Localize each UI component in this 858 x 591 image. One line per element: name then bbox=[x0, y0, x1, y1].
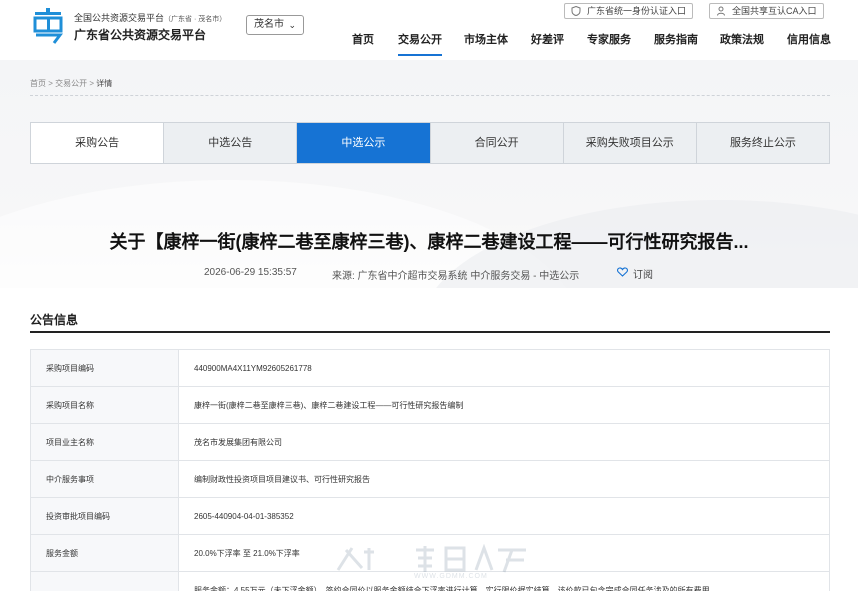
breadcrumb-current: 详情 bbox=[96, 79, 113, 88]
ca-label: 全国共享互认CA入口 bbox=[732, 6, 817, 16]
table-row: 采购项目编码 440900MA4X11YM92605261778 bbox=[30, 349, 830, 387]
row-key: 采购项目名称 bbox=[30, 386, 179, 424]
divider bbox=[30, 95, 830, 96]
shield-icon bbox=[571, 6, 581, 16]
section-underline bbox=[30, 331, 830, 333]
nav-policy[interactable]: 政策法规 bbox=[720, 31, 764, 47]
article-datetime: 2026-06-29 15:35:57 bbox=[204, 267, 297, 278]
table-row: 投资审批项目编码 2605-440904-04-01-385352 bbox=[30, 497, 830, 535]
table-row: 项目业主名称 茂名市发展集团有限公司 bbox=[30, 423, 830, 461]
nav-home[interactable]: 首页 bbox=[352, 31, 374, 47]
row-value: 茂名市发展集团有限公司 bbox=[178, 423, 830, 461]
tab-purchase-notice[interactable]: 采购公告 bbox=[31, 123, 165, 163]
row-key: 投资审批项目编码 bbox=[30, 497, 179, 535]
table-row: 中介服务事项 编制财政性投资项目项目建议书、可行性研究报告 bbox=[30, 460, 830, 498]
identity-auth-link[interactable]: 广东省统一身份认证入口 bbox=[564, 3, 694, 19]
row-key: 中介服务事项 bbox=[30, 460, 179, 498]
site-header: 全国公共资源交易平台（广东省 · 茂名市） 广东省公共资源交易平台 茂名市 ⌄ … bbox=[0, 0, 858, 60]
identity-auth-label: 广东省统一身份认证入口 bbox=[587, 6, 687, 16]
chevron-down-icon: ⌄ bbox=[288, 20, 296, 30]
watermark: WWW.GDMM.COM bbox=[334, 543, 544, 591]
brand-top: 全国公共资源交易平台（广东省 · 茂名市） bbox=[74, 13, 227, 23]
article-source: 来源: 广东省中介超市交易系统 中介服务交易 - 中选公示 bbox=[332, 271, 580, 282]
subscribe-label: 订阅 bbox=[633, 270, 653, 281]
tab-failed-projects[interactable]: 采购失败项目公示 bbox=[564, 123, 697, 163]
watermark-logo-icon bbox=[336, 543, 526, 573]
subscribe-button[interactable]: 订阅 bbox=[617, 266, 653, 281]
ca-link[interactable]: 全国共享互认CA入口 bbox=[709, 3, 824, 19]
row-key bbox=[30, 571, 179, 591]
breadcrumb-trading[interactable]: 交易公开 bbox=[55, 79, 87, 88]
row-key: 项目业主名称 bbox=[30, 423, 179, 461]
tab-contract[interactable]: 合同公开 bbox=[431, 123, 564, 163]
nav-rating[interactable]: 好差评 bbox=[531, 31, 564, 47]
tab-service-termination[interactable]: 服务终止公示 bbox=[697, 123, 829, 163]
row-key: 采购项目编码 bbox=[30, 349, 179, 387]
city-select-label: 茂名市 bbox=[254, 19, 284, 30]
row-value: 康梓一街(康梓二巷至康梓三巷)、康梓二巷建设工程——可行性研究报告编制 bbox=[178, 386, 830, 424]
section-title: 公告信息 bbox=[30, 313, 79, 327]
nav-guide[interactable]: 服务指南 bbox=[654, 31, 698, 47]
city-select[interactable]: 茂名市 ⌄ bbox=[246, 15, 304, 35]
row-value: 2605-440904-04-01-385352 bbox=[178, 497, 830, 535]
tab-selection-publicity[interactable]: 中选公示 bbox=[297, 123, 431, 163]
row-value: 编制财政性投资项目项目建议书、可行性研究报告 bbox=[178, 460, 830, 498]
category-tabs: 采购公告 中选公告 中选公示 合同公开 采购失败项目公示 服务终止公示 bbox=[30, 122, 830, 164]
breadcrumb-home[interactable]: 首页 bbox=[30, 79, 46, 88]
nav-market[interactable]: 市场主体 bbox=[464, 31, 508, 47]
nav-credit[interactable]: 信用信息 bbox=[787, 31, 831, 47]
site-logo-icon[interactable] bbox=[32, 8, 66, 44]
row-key: 服务金额 bbox=[30, 534, 179, 572]
nav-trading[interactable]: 交易公开 bbox=[398, 31, 442, 56]
brand-main[interactable]: 广东省公共资源交易平台 bbox=[74, 26, 206, 43]
tab-selection-notice[interactable]: 中选公告 bbox=[164, 123, 298, 163]
watermark-url: WWW.GDMM.COM bbox=[414, 573, 488, 580]
nav-expert[interactable]: 专家服务 bbox=[587, 31, 631, 47]
row-value: 440900MA4X11YM92605261778 bbox=[178, 349, 830, 387]
user-icon bbox=[717, 6, 725, 16]
article-title: 关于【康梓一街(康梓二巷至康梓三巷)、康梓二巷建设工程——可行性研究报告... bbox=[109, 232, 749, 252]
heart-icon bbox=[617, 267, 628, 277]
breadcrumb: 首页 > 交易公开 > 详情 bbox=[30, 79, 113, 88]
table-row: 采购项目名称 康梓一街(康梓二巷至康梓三巷)、康梓二巷建设工程——可行性研究报告编… bbox=[30, 386, 830, 424]
